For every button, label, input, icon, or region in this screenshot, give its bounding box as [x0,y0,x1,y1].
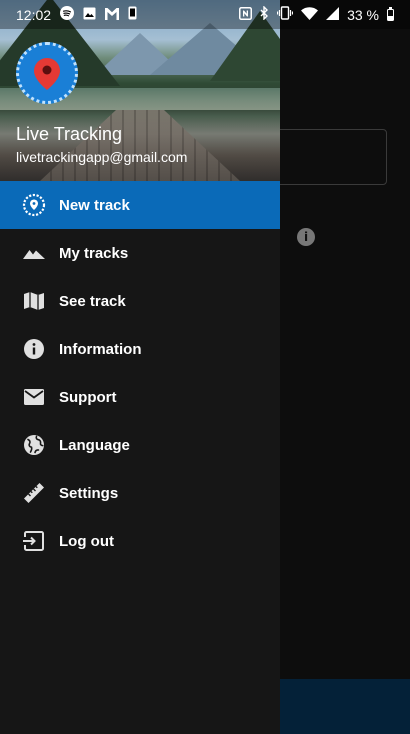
mail-icon [22,385,46,409]
menu-item-log-out[interactable]: Log out [0,517,280,565]
menu-item-my-tracks[interactable]: My tracks [0,229,280,277]
menu-item-information[interactable]: Information [0,325,280,373]
menu-item-label: See track [59,292,126,310]
nfc-icon [239,6,253,23]
menu-item-settings[interactable]: Settings [0,469,280,517]
vibrate-icon [276,6,294,23]
gallery-icon [83,7,96,23]
battery-percentage: 33 % [347,6,379,23]
bluetooth-icon [260,5,269,23]
map-icon [22,289,46,313]
menu-item-label: Language [59,436,130,454]
new-track-icon [22,193,46,217]
background-info-icon: i [297,228,315,246]
spotify-icon [60,6,75,23]
menu-item-label: New track [59,196,130,214]
menu-item-language[interactable]: Language [0,421,280,469]
menu-item-label: Support [59,388,117,406]
info-icon [22,337,46,361]
menu-item-label: Information [59,340,142,358]
app-logo [16,42,78,104]
status-bar: 12:02 33 % [0,0,410,29]
phone-icon [128,6,137,23]
menu-item-support[interactable]: Support [0,373,280,421]
wifi-icon [301,6,319,23]
menu-item-see-track[interactable]: See track [0,277,280,325]
drawer-menu: New track My tracks See track Informatio… [0,181,280,565]
ruler-icon [22,481,46,505]
menu-item-label: Log out [59,532,114,550]
location-pin-icon [34,58,60,90]
user-name: Live Tracking [16,124,123,144]
menu-item-label: My tracks [59,244,129,262]
battery-icon [387,6,394,21]
globe-icon [22,433,46,457]
menu-item-new-track[interactable]: New track [0,181,280,229]
mountain-icon [22,241,46,265]
logout-icon [22,529,46,553]
signal-icon [326,6,340,23]
navigation-drawer: Live Tracking livetrackingapp@gmail.com … [0,0,280,734]
menu-item-label: Settings [59,484,119,502]
gmail-icon [105,7,120,23]
status-time: 12:02 [16,6,52,23]
user-email: livetrackingapp@gmail.com [16,149,188,165]
background-input-field [262,129,387,185]
